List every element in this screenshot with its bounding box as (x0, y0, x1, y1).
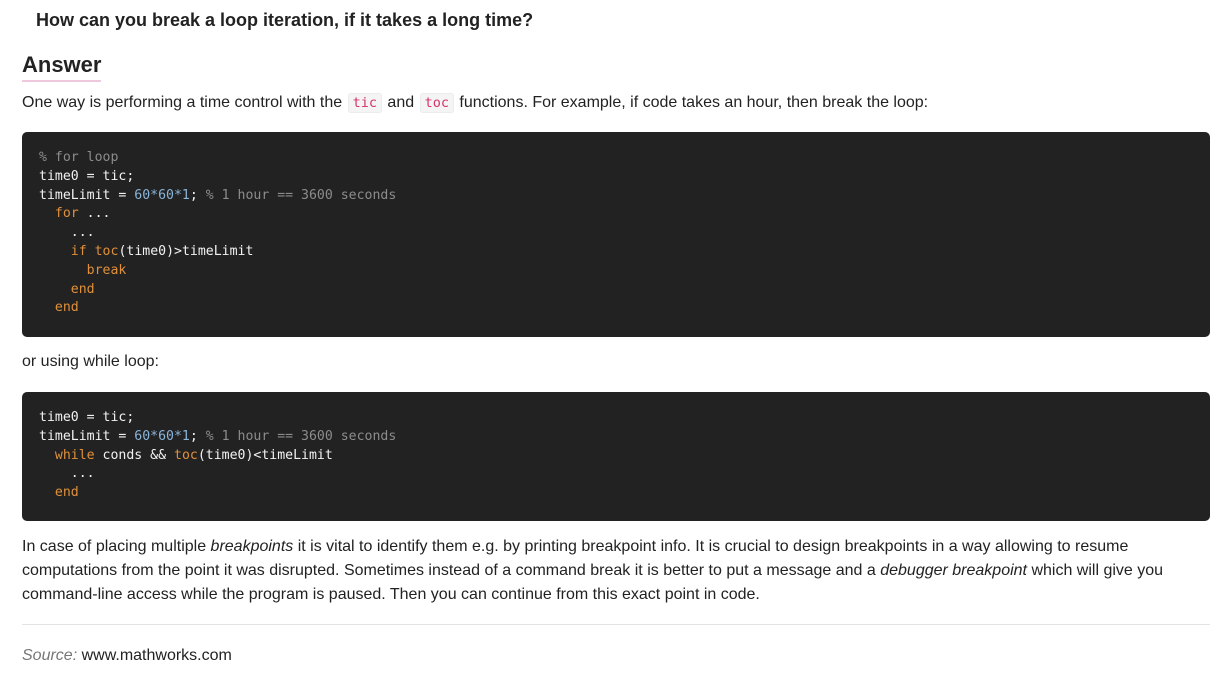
code-line: ... (39, 224, 1210, 243)
code-text: timeLimit = (39, 428, 135, 444)
code-number: 60*60*1 (134, 187, 190, 203)
code-keyword: break (86, 262, 127, 278)
code-keyword: end (70, 281, 95, 297)
question-title: How can you break a loop iteration, if i… (36, 10, 534, 30)
code-comment: % 1 hour == 3600 seconds (205, 428, 397, 444)
code-keyword: for (54, 206, 79, 222)
code-comment: % for loop (39, 150, 119, 165)
code-text: ... (70, 466, 95, 482)
code-keyword: while (54, 447, 95, 463)
intro-text-3: functions. For example, if code takes an… (454, 94, 929, 111)
code-function: toc (174, 447, 198, 463)
code-text: ; (189, 428, 206, 444)
code-line: end (39, 281, 1210, 300)
code-text: (time0)<timeLimit (197, 447, 333, 463)
code-keyword: if (70, 243, 87, 259)
intro-paragraph: One way is performing a time control wit… (22, 91, 928, 115)
while-intro-paragraph: or using while loop: (22, 353, 159, 370)
closing-text-1: In case of placing multiple (22, 538, 211, 555)
inline-code-toc: toc (419, 93, 454, 113)
inline-code-tic: tic (347, 93, 382, 113)
code-line: break (39, 262, 1210, 281)
closing-paragraph: In case of placing multiple breakpoints … (22, 535, 1210, 607)
code-line: end (39, 299, 1210, 318)
code-function: toc (94, 243, 119, 259)
code-line: % for loop (39, 149, 1210, 168)
code-text: (time0)>timeLimit (118, 243, 254, 259)
emphasis-debugger-breakpoint: debugger breakpoint (880, 562, 1027, 579)
intro-text-2: and (382, 94, 419, 111)
code-text: time0 = tic; (39, 168, 135, 184)
section-divider (22, 624, 1210, 625)
code-text: timeLimit = (39, 187, 135, 203)
emphasis-breakpoints: breakpoints (210, 538, 294, 555)
code-line: time0 = tic; (39, 168, 1210, 187)
code-text: time0 = tic; (39, 410, 135, 425)
code-line: if toc(time0)>timeLimit (39, 243, 1210, 262)
code-line: end (39, 484, 1210, 503)
answer-heading: Answer (22, 50, 102, 82)
code-line: while conds && toc(time0)<timeLimit (39, 447, 1210, 466)
code-block-for-loop[interactable]: % for loop time0 = tic; timeLimit = 60*6… (22, 132, 1210, 337)
source-label: Source: (22, 647, 78, 664)
code-line: for ... (39, 205, 1210, 224)
code-line: timeLimit = 60*60*1; % 1 hour == 3600 se… (39, 428, 1210, 447)
code-line: ... (39, 465, 1210, 484)
code-text: ... (78, 206, 111, 222)
code-block-while-loop[interactable]: time0 = tic; timeLimit = 60*60*1; % 1 ho… (22, 392, 1210, 521)
intro-text-1: One way is performing a time control wit… (22, 94, 347, 111)
code-text: ; (189, 187, 206, 203)
code-line: time0 = tic; (39, 409, 1210, 428)
code-line: timeLimit = 60*60*1; % 1 hour == 3600 se… (39, 187, 1210, 206)
code-keyword: end (54, 485, 79, 501)
code-number: 60*60*1 (134, 428, 190, 444)
code-keyword: end (54, 300, 79, 316)
code-text: conds && (94, 447, 174, 463)
source-line: Source: www.mathworks.com (22, 645, 232, 667)
source-value: www.mathworks.com (81, 647, 232, 664)
code-comment: % 1 hour == 3600 seconds (205, 187, 397, 203)
code-text: ... (70, 225, 95, 241)
